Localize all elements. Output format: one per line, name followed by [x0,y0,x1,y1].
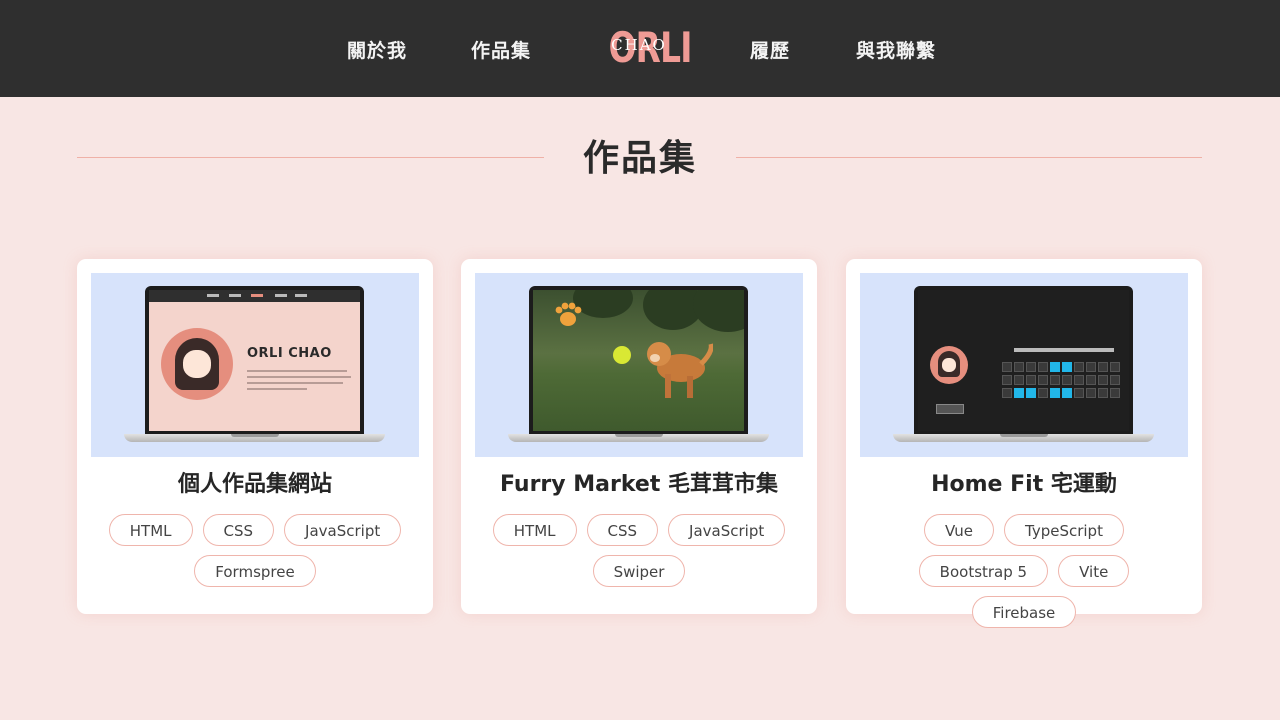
tag-css: CSS [586,514,659,546]
tag-vite: Vite [1058,555,1130,587]
tag-typescript: TypeScript [1004,514,1124,546]
project-title: 個人作品集網站 [177,472,332,497]
nav-link-about[interactable]: 關於我 [347,37,407,65]
project-thumbnail[interactable]: ORLI CHAO [91,273,419,457]
title-divider-left [77,157,544,158]
tag-vue: Vue [924,514,994,546]
project-thumbnail[interactable] [475,273,803,457]
nav-link-contact[interactable]: 與我聯繫 [856,37,936,65]
project-thumbnail[interactable] [860,273,1188,457]
nav-link-resume[interactable]: 履歷 [750,37,790,65]
tag-swiper: Swiper [592,555,686,587]
paw-logo-icon [555,302,582,326]
title-divider-right [736,157,1202,158]
laptop-mockup: ORLI CHAO [145,286,364,435]
tag-formspree: Formspree [194,555,316,587]
laptop-mockup [914,286,1133,435]
tag-bootstrap: Bootstrap 5 [918,555,1049,587]
tag-css: CSS [202,514,275,546]
project-card-furry-market[interactable]: Furry Market 毛茸茸市集 HTML CSS JavaScript S… [461,259,817,614]
project-title: Home Fit 宅運動 [931,472,1117,497]
project-card-portfolio[interactable]: ORLI CHAO 個人作品集網站 HTML CSS JavaScript Fo… [77,259,433,614]
dog-photo [647,342,713,398]
tag-javascript: JavaScript [284,514,402,546]
avatar-illustration [930,346,968,384]
avatar-illustration [161,328,233,400]
top-navbar: 關於我 作品集 ORLI CHAO 履歷 與我聯繫 [0,0,1280,97]
laptop-mockup [529,286,748,435]
preview-button [936,404,964,414]
preview-name: ORLI CHAO [247,346,332,361]
project-title: Furry Market 毛茸茸市集 [499,472,779,497]
tag-html: HTML [108,514,193,546]
section-title: 作品集 [582,138,697,179]
ball-graphic [613,346,631,364]
tag-list: Vue TypeScript Bootstrap 5 Vite Firebase [866,514,1182,628]
tag-list: HTML CSS JavaScript Swiper [481,514,797,587]
project-card-home-fit[interactable]: Home Fit 宅運動 Vue TypeScript Bootstrap 5 … [846,259,1202,628]
tag-html: HTML [492,514,577,546]
tag-firebase: Firebase [971,596,1077,628]
tag-javascript: JavaScript [668,514,786,546]
tag-list: HTML CSS JavaScript Formspree [97,514,413,587]
logo-sub-text: CHAO [611,36,667,54]
nav-link-portfolio[interactable]: 作品集 [471,37,531,65]
site-logo[interactable]: ORLI CHAO [600,24,693,74]
